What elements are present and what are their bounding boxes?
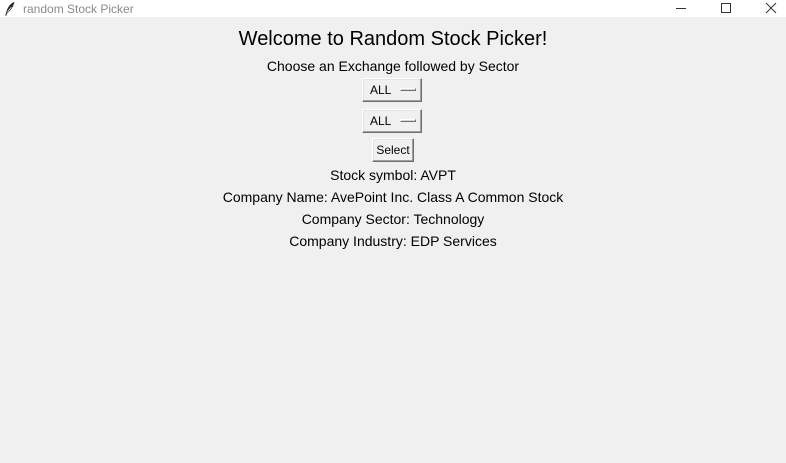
- company-sector-label: Company Sector: Technology: [301, 211, 485, 227]
- maximize-button[interactable]: [703, 0, 749, 17]
- title-bar[interactable]: random Stock Picker: [0, 0, 786, 17]
- main-content: Welcome to Random Stock Picker! Choose a…: [0, 17, 786, 463]
- instructions-label: Choose an Exchange followed by Sector: [266, 58, 520, 74]
- page-title: Welcome to Random Stock Picker!: [238, 28, 548, 50]
- maximize-icon: [721, 3, 731, 13]
- sector-dropdown[interactable]: ALL: [362, 109, 422, 133]
- feather-icon: [4, 1, 16, 16]
- close-button[interactable]: [748, 0, 786, 17]
- company-industry-label: Company Industry: EDP Services: [289, 233, 497, 249]
- select-button[interactable]: Select: [372, 138, 414, 162]
- minimize-button[interactable]: [658, 0, 704, 17]
- stock-symbol-label: Stock symbol: AVPT: [330, 167, 456, 183]
- exchange-dropdown-value: ALL: [370, 83, 392, 97]
- company-name-label: Company Name: AvePoint Inc. Class A Comm…: [222, 189, 564, 205]
- window-title: random Stock Picker: [23, 2, 134, 16]
- dropdown-indicator-icon: [400, 88, 416, 91]
- close-icon: [765, 2, 777, 14]
- minimize-icon: [676, 8, 686, 9]
- exchange-dropdown[interactable]: ALL: [362, 78, 422, 102]
- sector-dropdown-value: ALL: [370, 114, 392, 128]
- dropdown-indicator-icon: [400, 119, 416, 122]
